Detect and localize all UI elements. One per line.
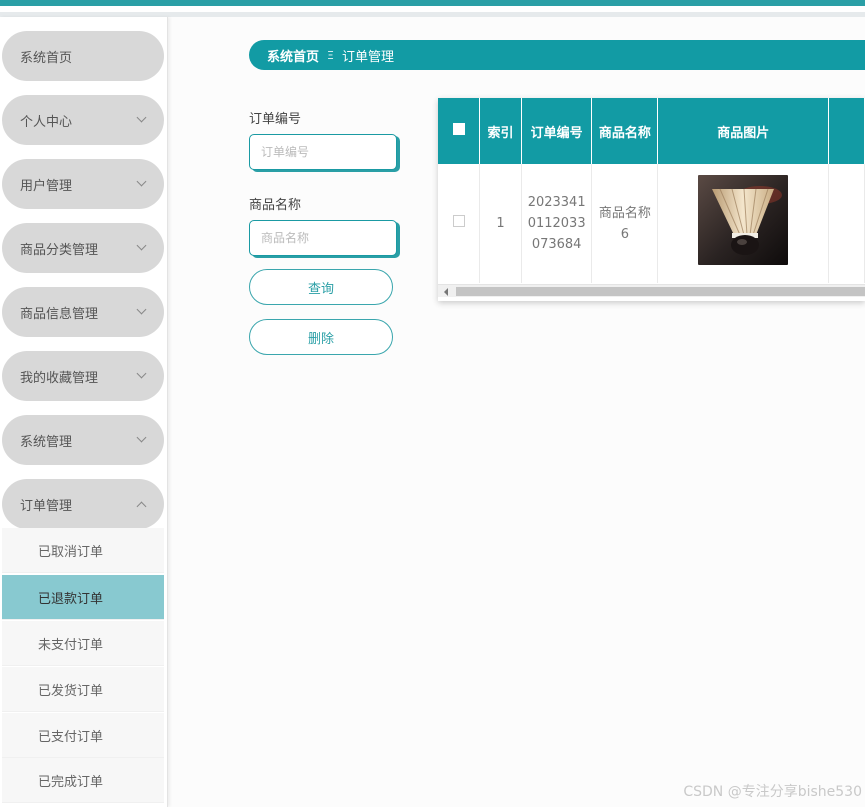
breadcrumb-current: 订单管理 [341,49,394,65]
chevron-up-icon [136,501,147,511]
product-name-line: 6 [620,226,630,242]
sidebar-item-label: 我的收藏管理 [20,370,99,386]
product-name-line: 商品名称 [598,205,651,221]
subitem-paid-orders[interactable]: 已支付订单 [2,713,164,758]
column-header-index: 索引 [479,98,522,164]
sidebar-item-label: 商品分类管理 [20,242,99,258]
sidebar-item-label: 订单管理 [20,498,73,514]
sidebar-item-product-management[interactable]: 商品信息管理 [2,287,164,337]
product-name-label: 商品名称 [249,198,302,213]
order-no-label: 订单编号 [249,112,302,127]
chevron-down-icon [136,368,147,379]
chevron-down-icon [136,240,147,251]
sidebar-item-favorites-management[interactable]: 我的收藏管理 [2,351,164,401]
subitem-completed-orders[interactable]: 已完成订单 [2,758,164,803]
order-table: 索引 订单编号 商品名称 商品图片 1 2023341 0112033 0736… [438,98,865,301]
cell-truncated [828,164,865,283]
sidebar-item-label: 系统管理 [20,434,73,450]
scrollbar-thumb[interactable] [456,287,865,296]
cell-product-image [657,164,830,283]
order-no-input[interactable] [249,134,397,170]
top-bar [0,0,865,17]
sidebar-item-label: 商品信息管理 [20,306,99,322]
sidebar: 系统首页 个人中心 用户管理 商品分类管理 商品信息管理 我的收藏管理 系统管理… [0,17,168,807]
row-select-cell[interactable] [438,164,481,283]
subitem-cancelled-orders[interactable]: 已取消订单 [2,528,164,573]
table-header-row: 索引 订单编号 商品名称 商品图片 [438,98,865,164]
select-all-checkbox[interactable] [452,123,465,135]
sidebar-item-category-management[interactable]: 商品分类管理 [2,223,164,273]
query-button[interactable]: 查询 [249,269,393,305]
column-header-order-no: 订单编号 [521,98,593,164]
chevron-down-icon [136,176,147,187]
sidebar-item-system-management[interactable]: 系统管理 [2,415,164,465]
watermark: CSDN @专注分享bishe530 [683,784,862,800]
chevron-down-icon [136,432,147,443]
delete-button[interactable]: 删除 [249,319,393,355]
order-no-line: 2023341 [527,195,586,210]
row-checkbox[interactable] [452,215,465,227]
subitem-unpaid-orders[interactable]: 未支付订单 [2,621,164,666]
sidebar-item-home[interactable]: 系统首页 [2,31,164,81]
subitem-shipped-orders[interactable]: 已发货订单 [2,667,164,712]
scroll-left-arrow-icon[interactable] [444,288,448,296]
sidebar-item-label: 用户管理 [20,178,73,194]
product-name-input[interactable] [249,220,397,256]
cell-order-no: 2023341 0112033 073684 [521,164,593,283]
shuttlecock-image [698,175,789,265]
subitem-refunded-orders[interactable]: 已退款订单 [2,575,164,620]
cell-index: 1 [479,164,522,283]
sidebar-item-order-management[interactable]: 订单管理 [2,479,164,529]
breadcrumb-separator-icon: Ξ [327,48,334,62]
order-no-line: 0112033 [527,216,586,231]
table-row: 1 2023341 0112033 073684 商品名称 6 [438,164,865,283]
select-all-header[interactable] [438,98,481,164]
sidebar-item-label: 系统首页 [20,50,73,66]
cell-product-name: 商品名称 6 [591,164,659,283]
sidebar-item-personal-center[interactable]: 个人中心 [2,95,164,145]
order-no-line: 073684 [531,237,582,252]
column-header-truncated [828,98,865,164]
chevron-down-icon [136,304,147,315]
breadcrumb: 系统首页 Ξ 订单管理 [249,40,865,70]
chevron-down-icon [136,112,147,123]
breadcrumb-home-link[interactable]: 系统首页 [267,46,319,65]
sidebar-item-label: 个人中心 [20,114,73,130]
horizontal-scrollbar[interactable] [438,284,865,297]
sidebar-item-user-management[interactable]: 用户管理 [2,159,164,209]
column-header-product-name: 商品名称 [591,98,659,164]
column-header-product-image: 商品图片 [657,98,830,164]
